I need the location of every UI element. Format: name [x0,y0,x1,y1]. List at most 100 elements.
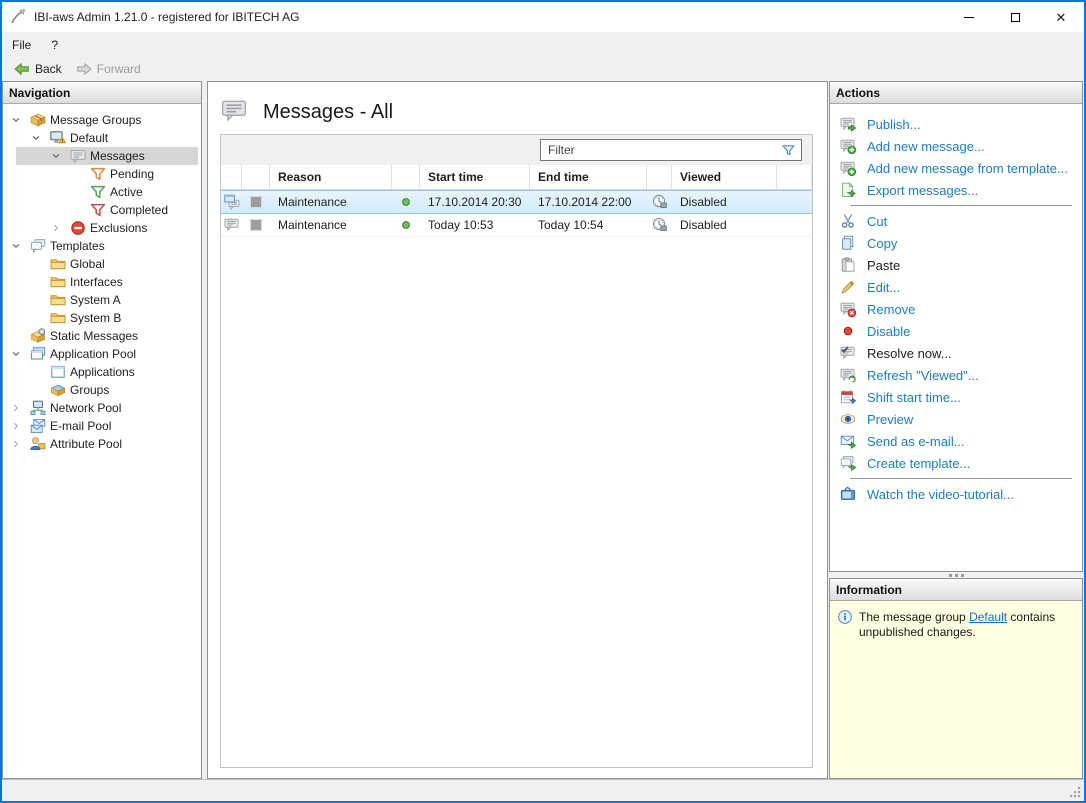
action-cut[interactable]: Cut [830,210,1082,232]
action-refresh-viewed[interactable]: Refresh "Viewed"... [830,364,1082,386]
folder-icon [50,274,66,290]
applications-icon [50,364,66,380]
cell-start-time: Today 10:53 [420,214,530,236]
action-label: Cut [867,214,887,229]
chevron-expanded-icon[interactable] [11,349,21,359]
tree-item-templates[interactable]: Templates [3,237,201,255]
info-icon [837,609,853,625]
filter-input[interactable] [541,143,781,157]
gray-square-icon [248,194,264,210]
tree-item-static-messages[interactable]: Static Messages [3,327,201,345]
action-copy[interactable]: Copy [830,232,1082,254]
tree-item-system-a[interactable]: System A [3,291,201,309]
tree-item-pending[interactable]: Pending [3,165,201,183]
column-header-end-time[interactable]: End time [530,165,647,189]
action-remove[interactable]: Remove [830,298,1082,320]
filter-box [540,139,802,161]
actions-panel: Actions Publish...Add new message...Add … [829,81,1083,572]
action-label: Paste [867,258,900,273]
table-header: Reason Start timeEnd time Viewed [221,165,812,190]
action-shift-start-time[interactable]: Shift start time... [830,386,1082,408]
tree-item-message-groups[interactable]: Message Groups [3,111,201,129]
actions-divider [850,478,1072,479]
tree-item-groups[interactable]: Groups [3,381,201,399]
column-header-reason[interactable]: Reason [270,165,392,189]
export-messages-icon [840,182,856,198]
tree-item-exclusions[interactable]: Exclusions [3,219,201,237]
folder-icon [50,310,66,326]
maximize-button[interactable] [992,2,1038,32]
table-row-2[interactable]: MaintenanceToday 10:53Today 10:54Disable… [221,214,812,237]
cell-reason: Maintenance [270,191,392,213]
column-header-start-time[interactable]: Start time [420,165,530,189]
action-disable[interactable]: Disable [830,320,1082,342]
chevron-expanded-icon[interactable] [11,115,21,125]
tree-item-default[interactable]: Default [3,129,201,147]
funnel-pending-icon [90,166,106,182]
chevron-expanded-icon[interactable] [11,241,21,251]
cell-message-screen-icon [221,191,242,213]
tree-item-label: Applications [70,365,135,379]
back-button[interactable]: Back [8,59,68,79]
maximize-icon [1011,13,1020,22]
column-header-blank[interactable] [392,165,420,189]
tree-item-messages[interactable]: Messages [3,147,201,165]
tree-item-active[interactable]: Active [3,183,201,201]
chevron-expanded-icon[interactable] [51,151,61,161]
tree-item-interfaces[interactable]: Interfaces [3,273,201,291]
column-header-blank[interactable] [242,165,270,189]
cell-reason: Maintenance [270,214,392,236]
tree-item-global[interactable]: Global [3,255,201,273]
tree-item-label: System A [70,293,121,307]
close-button[interactable]: ✕ [1038,2,1084,32]
menu-bar: File ? [2,32,1084,57]
action-label: Add new message from template... [867,161,1068,176]
tree-item-label: Message Groups [50,113,141,127]
tree-item-network-pool[interactable]: Network Pool [3,399,201,417]
chevron-collapsed-icon[interactable] [11,439,21,449]
tree-item-e-mail-pool[interactable]: E-mail Pool [3,417,201,435]
viewed-clock-icon [652,217,668,233]
action-publish[interactable]: Publish... [830,113,1082,135]
table-row-1[interactable]: Maintenance17.10.2014 20:3017.10.2014 22… [221,190,812,214]
tree-item-attribute-pool[interactable]: Attribute Pool [3,435,201,453]
action-label: Edit... [867,280,900,295]
navigation-header: Navigation [3,82,201,104]
menu-file[interactable]: File [2,34,41,56]
column-header-viewed[interactable]: Viewed [672,165,777,189]
chevron-collapsed-icon[interactable] [11,403,21,413]
resize-grip-icon[interactable] [1067,784,1083,800]
action-create-template[interactable]: Create template... [830,452,1082,474]
chevron-expanded-icon[interactable] [31,133,41,143]
video-tutorial-icon [840,486,856,502]
menu-help[interactable]: ? [41,34,68,56]
toolbar: Back Forward [2,57,1084,81]
action-label: Watch the video-tutorial... [867,487,1014,502]
tree-item-applications[interactable]: Applications [3,363,201,381]
chevron-collapsed-icon[interactable] [11,421,21,431]
tree-item-label: Templates [50,239,105,253]
navigation-panel: Navigation Message Groups DefaultMessages… [2,81,202,779]
cut-icon [840,213,856,229]
action-preview[interactable]: Preview [830,408,1082,430]
chevron-collapsed-icon[interactable] [51,223,61,233]
action-add-new-message[interactable]: Add new message... [830,135,1082,157]
tree-item-system-b[interactable]: System B [3,309,201,327]
column-header-blank[interactable] [647,165,672,189]
action-edit[interactable]: Edit... [830,276,1082,298]
action-send-as-e-mail[interactable]: Send as e-mail... [830,430,1082,452]
tree-item-label: Global [70,257,105,271]
filter-funnel-icon[interactable] [781,143,796,158]
action-label: Preview [867,412,913,427]
tree-item-completed[interactable]: Completed [3,201,201,219]
action-export-messages[interactable]: Export messages... [830,179,1082,201]
messages-large-icon [219,97,249,123]
minimize-button[interactable] [946,2,992,32]
default-group-link[interactable]: Default [969,610,1007,624]
tree-item-label: Network Pool [50,401,121,415]
column-header-blank[interactable] [221,165,242,189]
information-message: The message group Default contains unpub… [859,610,1074,778]
action-watch-the-video-tutorial[interactable]: Watch the video-tutorial... [830,483,1082,505]
action-add-new-message-from-template[interactable]: Add new message from template... [830,157,1082,179]
tree-item-application-pool[interactable]: Application Pool [3,345,201,363]
